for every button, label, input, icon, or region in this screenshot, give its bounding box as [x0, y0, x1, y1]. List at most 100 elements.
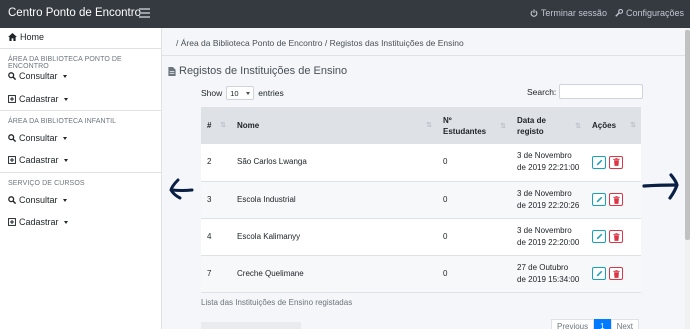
caret-down-icon	[62, 136, 67, 140]
plus-square-icon	[8, 218, 16, 226]
cell-students: 0	[443, 231, 448, 241]
delete-button[interactable]	[609, 155, 623, 169]
sidebar-item-label: Consultar	[19, 195, 58, 205]
delete-button[interactable]	[609, 193, 623, 206]
sidebar-item-consultar[interactable]: Consultar	[8, 195, 67, 205]
sidebar-item-cadastrar[interactable]: Cadastrar	[8, 155, 68, 165]
cell-actions	[586, 144, 641, 181]
table-search: Search:	[527, 84, 644, 99]
edit-button[interactable]	[592, 193, 606, 206]
pagination: Previous 1 Next	[551, 319, 640, 329]
pencil-icon	[596, 270, 602, 277]
settings-link[interactable]: Configurações	[615, 8, 684, 18]
date-line: 3 de Novembro	[517, 225, 572, 235]
search-icon	[8, 134, 16, 142]
logout-label: Terminar sessão	[540, 8, 607, 18]
pencil-icon	[596, 233, 602, 240]
search-icon	[8, 196, 16, 204]
date-line: 3 de Novembro	[517, 151, 572, 161]
entries-select[interactable]: 10	[226, 86, 255, 100]
arrow-right-annotation-icon	[642, 173, 679, 200]
date-line: 3 de Novembro	[517, 188, 572, 198]
file-text-icon	[168, 66, 176, 76]
table-caption: Lista das Instituições de Ensino regista…	[201, 298, 353, 307]
sort-icon: ⇅	[426, 122, 432, 129]
sidebar-item-cadastrar[interactable]: Cadastrar	[8, 94, 68, 104]
column-header-id[interactable]: # ⇅	[201, 107, 231, 144]
entries-select-value: 10	[230, 88, 239, 98]
cell-id: 4	[207, 231, 212, 241]
cell-actions	[586, 218, 641, 255]
cell-date: 3 de Novembro de 2019 22:20:00	[511, 218, 586, 255]
search-input[interactable]	[559, 84, 644, 99]
plus-square-icon	[8, 95, 16, 103]
sidebar-item-label: Consultar	[19, 133, 58, 143]
column-header-date[interactable]: Data de registo ⇅	[511, 107, 586, 144]
cell-name: Escola Industrial	[237, 194, 296, 204]
sidebar-item-consultar[interactable]: Consultar	[8, 71, 67, 81]
search-label: Search:	[527, 86, 557, 97]
pagination-page[interactable]: 1	[594, 319, 611, 329]
column-header-label: Ações	[592, 121, 617, 130]
edit-button[interactable]	[592, 230, 606, 243]
caret-down-icon	[63, 158, 68, 162]
cell-date: 3 de Novembro de 2019 22:20:26	[511, 181, 586, 218]
table-row: 2 São Carlos Lwanga 0 3 de Novembro de 20…	[201, 144, 641, 181]
sidebar-item-label: Cadastrar	[19, 155, 59, 165]
date-line: de 2019 15:34:00	[517, 274, 580, 284]
sidebar-item-cadastrar[interactable]: Cadastrar	[8, 217, 68, 227]
sidebar-item-consultar[interactable]: Consultar	[8, 133, 67, 143]
wrench-icon	[615, 9, 623, 17]
table-row: 7 Creche Quelimane 0 27 de Outubro de 201…	[201, 255, 641, 292]
column-header-label: #	[207, 121, 212, 130]
column-header-label: Nome	[237, 121, 260, 130]
table-row: 4 Escola Kalimanyy 0 3 de Novembro de 201…	[201, 218, 641, 255]
cell-actions	[586, 181, 641, 218]
trash-icon	[612, 195, 620, 204]
sidebar-item-label: Cadastrar	[19, 217, 59, 227]
trash-icon	[612, 158, 620, 167]
pencil-icon	[596, 159, 602, 166]
cell-name: Creche Quelimane	[237, 268, 304, 278]
delete-button[interactable]	[609, 267, 623, 280]
entries-length-control: Show 10 entries	[201, 86, 284, 100]
sidebar: Home ÁREA DA BIBLIOTECA PONTO DE ENCONTR…	[0, 28, 162, 329]
page-title: Registos de Instituições de Ensino	[168, 65, 347, 77]
sidebar-section-heading: ÁREA DA BIBLIOTECA INFANTIL	[8, 118, 117, 125]
column-header-name[interactable]: Nome ⇅	[231, 107, 437, 144]
logout-link[interactable]: Terminar sessão	[530, 8, 607, 18]
pagination-next[interactable]: Next	[610, 319, 640, 329]
cell-name: Escola Kalimanyy	[237, 231, 301, 241]
settings-label: Configurações	[625, 8, 684, 18]
sidebar-section-heading: ÁREA DA BIBLIOTECA PONTO DE ENCONTRO	[8, 56, 122, 70]
sidebar-item-label: Cadastrar	[19, 94, 59, 104]
menu-toggle-icon[interactable]	[139, 8, 150, 18]
cell-name: São Carlos Lwanga	[237, 157, 307, 167]
caret-down-icon	[62, 198, 67, 202]
pagination-previous[interactable]: Previous	[551, 319, 595, 329]
page-scrollbar-thumb[interactable]	[685, 30, 690, 240]
table-info-text	[201, 322, 301, 329]
search-icon	[8, 72, 16, 80]
date-line: de 2019 22:21:00	[517, 163, 580, 173]
table-row: 3 Escola Industrial 0 3 de Novembro de 20…	[201, 181, 641, 218]
edit-button[interactable]	[592, 155, 606, 169]
column-header-students[interactable]: Nº Estudantes ⇅	[437, 107, 511, 144]
trash-icon	[612, 269, 620, 278]
edit-button[interactable]	[592, 267, 606, 280]
brand-title[interactable]: Centro Ponto de Encontro	[8, 7, 141, 19]
column-header-actions[interactable]: Ações ⇅	[586, 107, 641, 144]
show-label: Show	[201, 88, 223, 98]
top-right-menu: Terminar sessão Configurações	[530, 8, 684, 18]
cell-id: 2	[207, 157, 212, 167]
home-icon	[8, 33, 17, 41]
sidebar-item-label: Home	[20, 32, 45, 42]
pencil-icon	[596, 196, 602, 203]
breadcrumb-divider	[162, 55, 690, 56]
institutions-table: # ⇅ Nome ⇅ Nº Estudantes ⇅ Data de registo ⇅…	[201, 107, 641, 293]
table-header-row: # ⇅ Nome ⇅ Nº Estudantes ⇅ Data de registo ⇅…	[201, 107, 641, 144]
sidebar-item-home[interactable]: Home	[8, 32, 44, 42]
power-icon	[530, 9, 538, 17]
delete-button[interactable]	[609, 230, 623, 243]
sort-icon: ⇅	[500, 123, 506, 130]
